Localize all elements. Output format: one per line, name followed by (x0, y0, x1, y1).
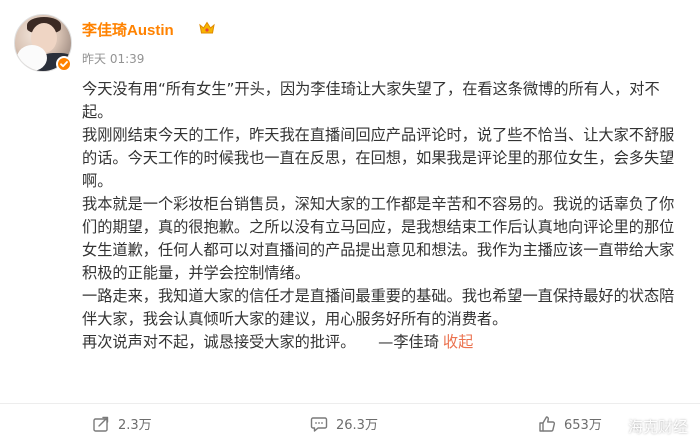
post-paragraph: 我本就是一个彩妆柜台销售员，深知大家的工作都是辛苦和不容易的。我说的话辜负了你们… (82, 195, 675, 282)
avatar-dog (17, 45, 47, 71)
action-bar: 2.3万 26.3万 653万 海克财经 (0, 404, 700, 443)
share-count: 2.3万 (118, 418, 152, 433)
comment-icon (310, 416, 328, 432)
watermark: 海克财经 (607, 416, 688, 437)
post-paragraph: 一路走来，我知道大家的信任才是直播间最重要的基础。我也希望一直保持最好的状态陪伴… (82, 287, 675, 328)
verified-badge-icon (56, 56, 72, 72)
comment-button[interactable]: 26.3万 (310, 404, 378, 443)
post-last-line-text: 再次说声对不起，诚恳接受大家的批评。 —李佳琦 (82, 333, 439, 351)
comment-count: 26.3万 (336, 418, 378, 433)
post-paragraph: 我刚刚结束今天的工作，昨天我在直播间回应产品评论时，说了些不恰当、让大家不舒服的… (82, 126, 675, 190)
share-icon (93, 416, 109, 432)
post-paragraph: 今天没有用“所有女生”开头，因为李佳琦让大家失望了，在看这条微博的所有人，对不起… (82, 80, 660, 121)
weibo-logo-icon (607, 420, 625, 435)
like-icon (539, 415, 556, 432)
post-timestamp[interactable]: 昨天 01:39 (82, 50, 144, 67)
watermark-text: 海克财经 (627, 418, 688, 436)
collapse-link[interactable]: 收起 (443, 333, 473, 351)
post-body: 今天没有用“所有女生”开头，因为李佳琦让大家失望了，在看这条微博的所有人，对不起… (82, 78, 682, 354)
username[interactable]: 李佳琦Austin (82, 19, 174, 40)
crown-icon[interactable] (198, 20, 216, 36)
share-button[interactable]: 2.3万 (92, 404, 152, 443)
post-header: 李佳琦Austin 昨天 01:39 (14, 14, 674, 74)
post-last-line: 再次说声对不起，诚恳接受大家的批评。 —李佳琦 收起 (82, 331, 682, 354)
like-button[interactable]: 653万 (538, 404, 602, 443)
like-count: 653万 (564, 418, 602, 433)
